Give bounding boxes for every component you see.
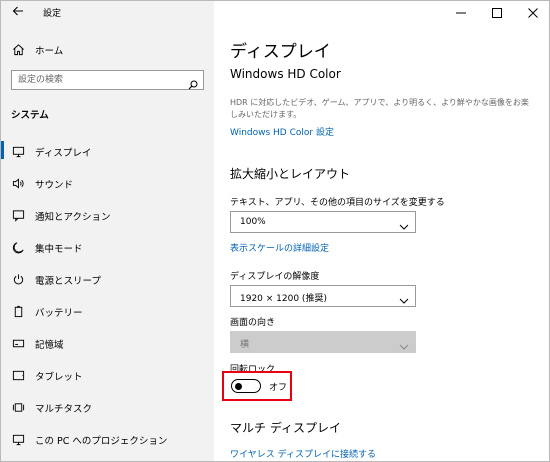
tablet-icon xyxy=(11,368,25,382)
size-label: テキスト、アプリ、その他の項目のサイズを変更する xyxy=(230,198,445,208)
minimize-button[interactable] xyxy=(443,1,479,25)
sidebar-item-notifications[interactable]: 通知とアクション xyxy=(1,204,214,226)
sidebar-item-power[interactable]: 電源とスリープ xyxy=(1,268,214,290)
orientation-dropdown: 横 xyxy=(230,331,416,353)
app-title: 設定 xyxy=(43,9,62,19)
scale-heading: 拡大縮小とレイアウト xyxy=(230,167,351,181)
orientation-label: 画面の向き xyxy=(230,318,276,328)
wireless-display-link[interactable]: ワイヤレス ディスプレイに接続する xyxy=(230,447,376,460)
chevron-down-icon xyxy=(399,337,409,350)
sidebar-item-projection[interactable]: この PC へのプロジェクション xyxy=(1,428,214,450)
search-box[interactable] xyxy=(11,70,204,90)
storage-icon xyxy=(11,336,25,350)
highlight-box: オフ xyxy=(222,371,292,401)
chevron-down-icon xyxy=(399,217,409,230)
resolution-label: ディスプレイの解像度 xyxy=(230,272,320,282)
active-indicator xyxy=(1,141,4,159)
sidebar-item-focus[interactable]: 集中モード xyxy=(1,236,214,258)
sidebar-item-home[interactable]: ホーム xyxy=(1,38,214,60)
sidebar-item-sound[interactable]: サウンド xyxy=(1,172,214,194)
advanced-scaling-link[interactable]: 表示スケールの詳細設定 xyxy=(230,241,329,254)
titlebar-left: 設定 xyxy=(1,1,214,25)
sidebar: 設定 ホーム システム ディスプレイ サウンド xyxy=(1,1,214,461)
section-label: システム xyxy=(11,110,49,121)
battery-icon xyxy=(11,304,25,318)
page-title: ディスプレイ xyxy=(230,42,331,62)
scale-value: 100% xyxy=(240,217,266,227)
hdr-description: HDR に対応したビデオ、ゲーム、アプリで、より明るく、より鮮やかな画像をお楽し… xyxy=(230,98,529,119)
sidebar-item-label: 通知とアクション xyxy=(35,212,111,223)
power-icon xyxy=(11,272,25,286)
sidebar-item-label: ホーム xyxy=(35,46,64,57)
close-button[interactable] xyxy=(515,1,549,25)
settings-window: 設定 ホーム システム ディスプレイ サウンド xyxy=(0,0,550,462)
sidebar-item-label: マルチタスク xyxy=(35,404,93,415)
sidebar-item-tablet[interactable]: タブレット xyxy=(1,364,214,386)
speaker-icon xyxy=(11,176,25,190)
display-icon xyxy=(11,144,25,158)
orientation-value: 横 xyxy=(240,340,250,350)
chevron-down-icon xyxy=(399,291,409,304)
sidebar-item-multitasking[interactable]: マルチタスク xyxy=(1,396,214,418)
sidebar-item-label: 集中モード xyxy=(35,244,83,255)
multitask-icon xyxy=(11,400,25,414)
toggle-state: オフ xyxy=(269,383,288,393)
sidebar-item-battery[interactable]: バッテリー xyxy=(1,300,214,322)
resolution-dropdown[interactable]: 1920 × 1200 (推奨) xyxy=(230,285,416,307)
sidebar-item-label: バッテリー xyxy=(35,308,83,319)
projection-icon xyxy=(11,432,25,446)
multi-display-heading: マルチ ディスプレイ xyxy=(230,421,341,435)
sidebar-item-label: サウンド xyxy=(35,180,74,191)
notification-icon xyxy=(11,208,25,222)
search-icon[interactable] xyxy=(188,75,198,90)
rotation-lock-toggle[interactable] xyxy=(231,379,261,393)
window-controls xyxy=(443,1,549,25)
search-input[interactable] xyxy=(12,71,182,89)
toggle-knob xyxy=(235,382,242,390)
resolution-value: 1920 × 1200 (推奨) xyxy=(240,294,327,304)
maximize-button[interactable] xyxy=(479,1,515,25)
scale-dropdown[interactable]: 100% xyxy=(230,211,416,233)
moon-icon xyxy=(11,240,25,254)
sidebar-item-label: 記憶域 xyxy=(35,340,64,351)
hdr-settings-link[interactable]: Windows HD Color 設定 xyxy=(230,125,334,138)
sidebar-item-storage[interactable]: 記憶域 xyxy=(1,332,214,354)
sidebar-item-label: この PC へのプロジェクション xyxy=(35,436,168,447)
home-icon xyxy=(11,42,25,56)
sidebar-item-label: ディスプレイ xyxy=(35,148,92,159)
content-pane: ディスプレイ Windows HD Color HDR に対応したビデオ、ゲーム… xyxy=(214,1,549,461)
sidebar-item-label: 電源とスリープ xyxy=(35,276,101,287)
sidebar-item-label: タブレット xyxy=(35,372,83,383)
hdr-heading: Windows HD Color xyxy=(230,67,341,81)
sidebar-item-display[interactable]: ディスプレイ xyxy=(1,140,214,162)
back-arrow-icon[interactable] xyxy=(9,4,27,22)
